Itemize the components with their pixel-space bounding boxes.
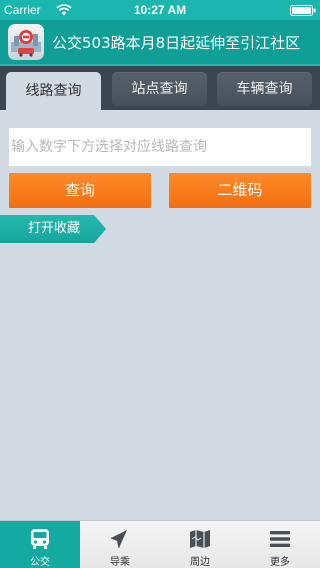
page-title: 公交503路本月8日起延伸至引江社区 <box>52 34 301 52</box>
bottom-tab-label: 周边 <box>190 557 210 568</box>
tab-vehicle-query[interactable]: 车辆查询 <box>217 72 312 106</box>
bottom-tab-bar: 公交 导乘 周边 更多 <box>0 520 320 568</box>
bus-icon <box>31 529 49 549</box>
tab-strip: 线路查询 站点查询 车辆查询 <box>0 64 320 112</box>
route-number-input[interactable] <box>9 128 311 166</box>
bottom-tab-guide[interactable]: 导乘 <box>80 521 160 568</box>
tab-route-query[interactable]: 线路查询 <box>6 72 101 112</box>
bottom-tab-nearby[interactable]: 周边 <box>160 521 240 568</box>
bottom-tab-label: 公交 <box>30 557 50 568</box>
bottom-tab-more[interactable]: 更多 <box>240 521 320 568</box>
tab-stop-query[interactable]: 站点查询 <box>112 72 207 106</box>
battery-icon <box>290 5 316 16</box>
status-bar: Carrier 10:27 AM <box>0 0 320 20</box>
qr-code-button[interactable]: 二维码 <box>169 173 311 208</box>
bottom-tab-label: 更多 <box>270 557 290 568</box>
navigation-arrow-icon <box>110 530 127 549</box>
map-icon <box>190 530 210 548</box>
menu-icon <box>270 531 290 547</box>
open-favorites-button[interactable]: 打开收藏 <box>0 215 106 243</box>
query-button[interactable]: 查询 <box>9 173 151 208</box>
status-time: 10:27 AM <box>133 3 187 17</box>
bottom-tab-label: 导乘 <box>110 557 130 568</box>
app-header: 公交503路本月8日起延伸至引江社区 <box>0 20 320 64</box>
bottom-tab-bus[interactable]: 公交 <box>0 521 80 568</box>
app-logo-icon[interactable] <box>8 24 44 60</box>
